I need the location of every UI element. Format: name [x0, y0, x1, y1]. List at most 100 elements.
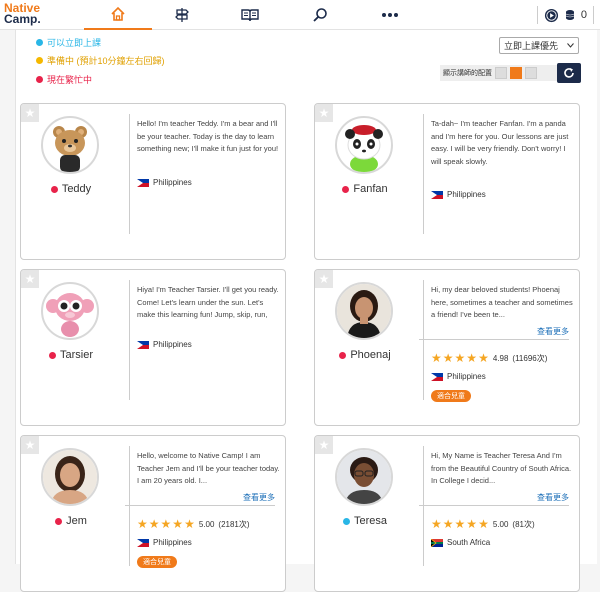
status-dot: [339, 351, 347, 359]
divider: [129, 280, 130, 400]
teacher-rating: ★ ★ ★ ★ ★ 5.00 (2181次): [137, 518, 250, 530]
country-label: Philippines: [153, 340, 192, 349]
nav-search[interactable]: [292, 0, 348, 30]
review-count: (2181次): [218, 519, 250, 529]
country-label: Philippines: [447, 190, 486, 199]
teacher-bio: Hi, my dear beloved students! Phoenaj he…: [431, 285, 573, 319]
refresh-button[interactable]: [557, 63, 581, 83]
country-label: Philippines: [153, 178, 192, 187]
teacher-bio: Ta-dah~ I'm teacher Fanfan. I'm a panda …: [431, 119, 569, 166]
teacher-rating: ★ ★ ★ ★ ★ 4.98 (11696次): [431, 352, 547, 364]
star-icon: ★: [148, 517, 160, 531]
nav-home[interactable]: [84, 0, 152, 30]
teacher-name[interactable]: Jem: [66, 515, 87, 527]
teacher-bio: Hello, welcome to Native Camp! I am Teac…: [137, 451, 280, 485]
logo[interactable]: Native Camp.: [4, 2, 41, 26]
teacher-bio: Hiya! I'm Teacher Tarsier. I'll get you …: [137, 285, 279, 319]
layout-label: 顯示講師的配置: [443, 70, 492, 77]
legend-preparing: 準備中 (預計10分鐘左右回歸): [36, 54, 165, 67]
review-count: (11696次): [512, 353, 548, 363]
teacher-name[interactable]: Teresa: [354, 515, 387, 527]
logo-line2: Camp.: [4, 12, 41, 26]
favorite-star-icon[interactable]: ★: [315, 436, 333, 454]
divider: [129, 446, 130, 566]
teacher-photo: [337, 450, 391, 504]
status-dot: [48, 351, 56, 359]
nav-book[interactable]: [222, 0, 278, 30]
status-dot: [342, 517, 350, 525]
see-more-link[interactable]: 查看更多: [419, 326, 569, 340]
coin-count: 0: [580, 9, 587, 21]
teacher-card[interactable]: ★ Fanfan Ta-dah~ I'm teacher Fanfan. I'm…: [314, 103, 580, 260]
teacher-name-row: Teresa: [315, 515, 415, 527]
status-dot: [55, 517, 63, 525]
divider: [423, 280, 424, 400]
philippines-flag-icon: [137, 178, 149, 187]
teacher-card[interactable]: ★ Jem Hello, welcome to Native Camp! I a…: [20, 435, 286, 592]
teacher-card[interactable]: ★ Phoenaj Hi, my dear beloved students! …: [314, 269, 580, 426]
layout-grid3-button[interactable]: [525, 67, 537, 79]
avatar: [41, 116, 99, 174]
star-icon: ★: [431, 517, 442, 531]
teacher-name[interactable]: Fanfan: [353, 183, 387, 195]
rating-value: 4.98: [492, 353, 509, 363]
favorite-star-icon[interactable]: ★: [21, 436, 39, 454]
coin-stack-icon: [565, 10, 575, 20]
kids-badge: 適合兒童: [137, 556, 177, 568]
divider: [423, 114, 424, 234]
country-label: Philippines: [447, 372, 486, 381]
teacher-card[interactable]: ★ Tarsier Hiya! I'm Teacher Tarsier. I'l…: [20, 269, 286, 426]
sort-select[interactable]: 立即上課優先: [499, 37, 579, 54]
teacher-name[interactable]: Tarsier: [60, 349, 93, 361]
teacher-country: Philippines: [137, 340, 192, 349]
star-icon: ★: [184, 517, 195, 531]
teacher-card[interactable]: ★ Teresa Hi, My Name is Teacher Teresa A…: [314, 435, 580, 592]
teacher-name-row: Teddy: [21, 183, 121, 195]
home-icon: [111, 6, 125, 21]
south-africa-flag-icon: [431, 538, 443, 547]
divider: [129, 114, 130, 234]
philippines-flag-icon: [431, 372, 443, 381]
rating-value: 5.00: [198, 519, 215, 529]
star-icon: ★: [442, 351, 454, 365]
teacher-photo: [337, 284, 391, 338]
layout-switcher: 顯示講師的配置: [440, 65, 564, 81]
divider: [536, 6, 538, 24]
legend-label: 準備中 (預計10分鐘左右回歸): [47, 56, 165, 66]
book-icon: [241, 9, 259, 22]
rating-value: 5.00: [492, 519, 509, 529]
star-icon: ★: [160, 517, 172, 531]
favorite-star-icon[interactable]: ★: [315, 104, 333, 122]
teacher-name-row: Tarsier: [21, 349, 121, 361]
favorite-star-icon[interactable]: ★: [315, 270, 333, 288]
layout-list-button[interactable]: [495, 67, 507, 79]
teacher-rating: ★ ★ ★ ★ ★ 5.00 (81次): [431, 518, 535, 530]
see-more-link[interactable]: 查看更多: [125, 492, 275, 506]
favorite-star-icon[interactable]: ★: [21, 270, 39, 288]
nav-more[interactable]: [362, 0, 418, 30]
layout-grid2-button[interactable]: [510, 67, 522, 79]
play-circle-icon[interactable]: [544, 8, 559, 23]
avatar: [335, 116, 393, 174]
see-more-link[interactable]: 查看更多: [419, 492, 569, 506]
star-icon: ★: [478, 351, 489, 365]
teacher-name[interactable]: Phoenaj: [350, 349, 390, 361]
country-label: South Africa: [447, 538, 491, 547]
star-icon: ★: [172, 517, 184, 531]
teacher-card[interactable]: ★ Teddy Hello! I'm teacher Teddy. I'm a …: [20, 103, 286, 260]
divider: [423, 446, 424, 566]
status-dot: [36, 57, 43, 64]
star-icon: ★: [137, 517, 148, 531]
status-dot: [50, 185, 58, 193]
main-content: 可以立即上課 準備中 (預計10分鐘左右回歸) 現在繁忙中 立即上課優先 顯示講…: [15, 30, 597, 592]
nav-course[interactable]: [154, 0, 210, 30]
star-icon: ★: [454, 517, 466, 531]
status-dot: [36, 76, 43, 83]
philippines-flag-icon: [137, 538, 149, 547]
teacher-name-row: Phoenaj: [315, 349, 415, 361]
teacher-photo: [43, 450, 97, 504]
favorite-star-icon[interactable]: ★: [21, 104, 39, 122]
star-icon: ★: [466, 351, 478, 365]
teacher-name[interactable]: Teddy: [62, 183, 91, 195]
star-icon: ★: [466, 517, 478, 531]
